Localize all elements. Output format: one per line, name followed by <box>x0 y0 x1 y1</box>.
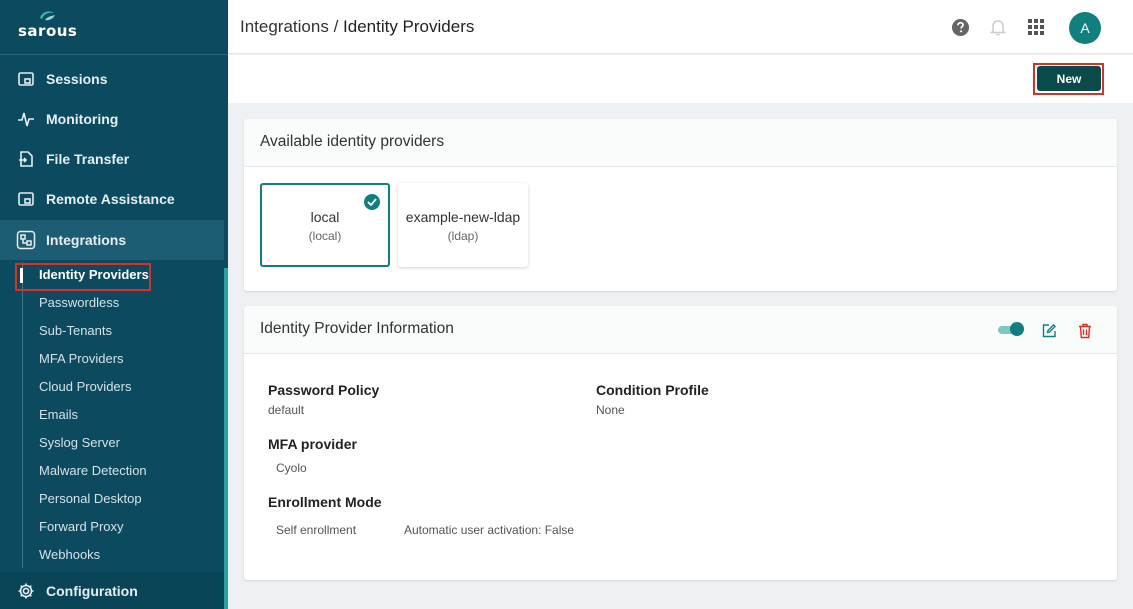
sidebar-subitem-mfa-providers[interactable]: MFA Providers <box>39 349 124 369</box>
sidebar-item-label: Monitoring <box>46 111 119 127</box>
password-policy-value: default <box>268 403 305 417</box>
sidebar-subitem-syslog-server[interactable]: Syslog Server <box>39 433 120 453</box>
enabled-toggle[interactable] <box>998 322 1024 336</box>
auto-activation-value: Automatic user activation: False <box>404 523 575 537</box>
provider-type: (ldap) <box>447 229 479 243</box>
breadcrumb-parent[interactable]: Integrations <box>240 17 329 36</box>
sessions-icon <box>16 69 36 89</box>
card-header: Available identity providers <box>244 119 1117 167</box>
sidebar-subitem-webhooks[interactable]: Webhooks <box>39 545 100 565</box>
mfa-provider-label: MFA provider <box>268 436 357 452</box>
condition-profile-value: None <box>596 403 625 417</box>
remote-assistance-icon <box>16 189 36 209</box>
activity-icon <box>16 109 36 129</box>
sidebar-subitem-emails[interactable]: Emails <box>39 405 78 425</box>
sidebar-item-label: Sessions <box>46 71 108 87</box>
sidebar-item-file-transfer[interactable]: File Transfer <box>0 139 224 179</box>
bell-icon[interactable] <box>987 16 1009 38</box>
enrollment-mode-value: Self enrollment <box>276 523 357 537</box>
highlight-box-identity-providers <box>15 263 151 291</box>
sidebar-subitem-cloud-providers[interactable]: Cloud Providers <box>39 377 132 397</box>
avatar[interactable]: A <box>1069 12 1101 44</box>
sidebar-item-monitoring[interactable]: Monitoring <box>0 99 224 139</box>
sidebar-item-sessions[interactable]: Sessions <box>0 59 224 99</box>
sidebar-subitem-sub-tenants[interactable]: Sub-Tenants <box>39 321 112 341</box>
sidebar-item-label: Configuration <box>46 582 138 599</box>
card-header: Identity Provider Information <box>244 306 1117 354</box>
gear-icon <box>16 581 36 601</box>
check-circle-icon <box>364 194 380 210</box>
provider-info-card: Identity Provider Information Password P… <box>244 306 1117 580</box>
trash-icon[interactable] <box>1076 322 1094 340</box>
help-icon[interactable] <box>949 16 971 38</box>
sidebar-scrollbar[interactable] <box>224 268 228 609</box>
logo-wordmark: sarous <box>18 22 78 40</box>
sidebar-item-remote-assistance[interactable]: Remote Assistance <box>0 179 224 219</box>
password-policy-label: Password Policy <box>268 382 380 398</box>
sidebar: sarous Sessions Monitoring File Transfer <box>0 0 228 609</box>
breadcrumb-separator: / <box>328 17 344 36</box>
apps-grid-icon[interactable] <box>1025 16 1047 38</box>
sidebar-item-label: File Transfer <box>46 151 130 167</box>
top-bar: Integrations / Identity Providers A <box>228 0 1133 54</box>
toggle-knob <box>1010 322 1024 336</box>
sidebar-divider <box>0 54 228 55</box>
provider-tile-example-new-ldap[interactable]: example-new-ldap (ldap) <box>398 183 528 267</box>
provider-name: local <box>310 209 340 225</box>
provider-type: (local) <box>308 229 342 243</box>
mfa-provider-value: Cyolo <box>276 461 307 475</box>
card-title: Identity Provider Information <box>260 320 454 337</box>
sidebar-subitem-passwordless[interactable]: Passwordless <box>39 293 119 313</box>
sidebar-subitem-personal-desktop[interactable]: Personal Desktop <box>39 489 142 509</box>
provider-tile-local[interactable]: local (local) <box>260 183 390 267</box>
integrations-icon <box>16 230 36 250</box>
sidebar-subitem-malware-detection[interactable]: Malware Detection <box>39 461 147 481</box>
available-providers-card: Available identity providers local (loca… <box>244 119 1117 291</box>
sidebar-item-configuration[interactable]: Configuration <box>0 572 224 609</box>
breadcrumb: Integrations / Identity Providers <box>240 17 474 37</box>
condition-profile-label: Condition Profile <box>596 382 709 398</box>
file-transfer-icon <box>16 149 36 169</box>
breadcrumb-current: Identity Providers <box>343 17 475 36</box>
sidebar-item-integrations[interactable]: Integrations <box>0 220 224 260</box>
provider-name: example-new-ldap <box>405 209 521 225</box>
submenu-line <box>22 262 23 568</box>
action-bar: New <box>228 55 1133 103</box>
highlight-box-new-button <box>1033 63 1104 95</box>
edit-icon[interactable] <box>1040 322 1058 340</box>
logo-mark-icon <box>40 11 55 21</box>
sidebar-item-label: Integrations <box>46 232 127 248</box>
card-title: Available identity providers <box>260 133 445 150</box>
sidebar-subitem-forward-proxy[interactable]: Forward Proxy <box>39 517 124 537</box>
sidebar-item-label: Remote Assistance <box>46 191 175 207</box>
app-logo[interactable]: sarous <box>18 8 78 40</box>
enrollment-mode-label: Enrollment Mode <box>268 494 382 510</box>
